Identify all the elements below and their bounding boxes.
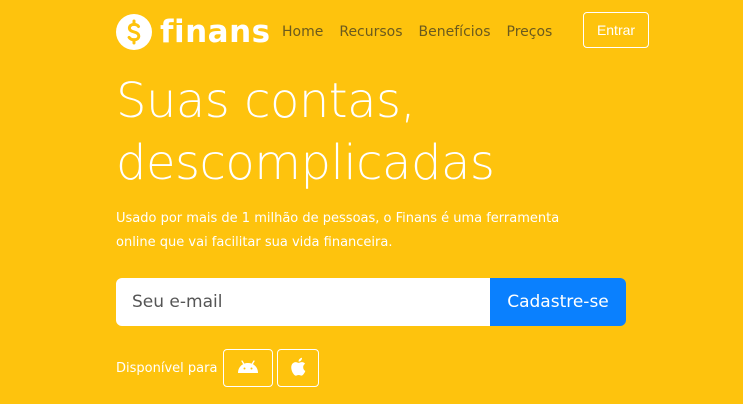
email-input[interactable]	[116, 278, 490, 326]
nav-item-beneficios[interactable]: Benefícios	[419, 22, 491, 42]
main-nav: Home Recursos Benefícios Preços	[282, 22, 552, 42]
nav-item-recursos[interactable]: Recursos	[339, 22, 402, 42]
login-button[interactable]: Entrar	[583, 12, 649, 48]
signup-button[interactable]: Cadastre-se	[490, 278, 626, 326]
apple-app-button[interactable]	[277, 349, 320, 387]
availability-row: Disponível para	[116, 349, 320, 387]
nav-item-home[interactable]: Home	[282, 22, 323, 42]
android-icon	[236, 359, 260, 378]
android-app-button[interactable]	[223, 349, 274, 387]
apple-icon	[290, 357, 306, 380]
hero-headline: Suas contas, descomplicadas	[116, 70, 495, 194]
nav-item-precos[interactable]: Preços	[507, 22, 553, 42]
signup-form: Cadastre-se	[116, 278, 626, 326]
brand-name: finans	[160, 13, 271, 50]
dollar-coin-icon	[116, 14, 152, 50]
availability-label: Disponível para	[116, 360, 218, 376]
headline-line-2: descomplicadas	[116, 135, 495, 191]
headline-line-1: Suas contas,	[116, 73, 416, 129]
hero-subtitle: Usado por mais de 1 milhão de pessoas, o…	[116, 211, 560, 250]
logo[interactable]: finans	[116, 12, 271, 52]
